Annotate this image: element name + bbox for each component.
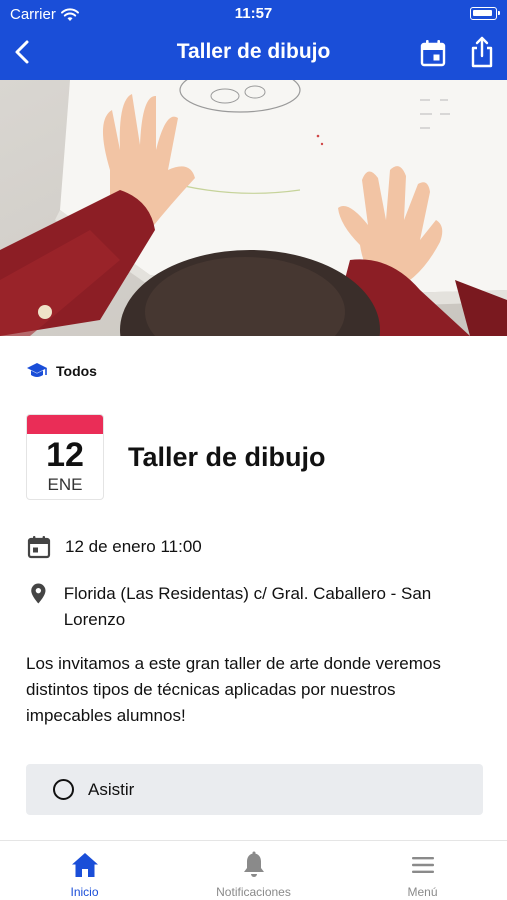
- share-button[interactable]: [469, 36, 495, 68]
- attend-radio[interactable]: [53, 779, 74, 800]
- location-pin-icon: [31, 583, 46, 604]
- tab-notifications[interactable]: Notificaciones: [169, 841, 338, 900]
- event-title: Taller de dibujo: [128, 442, 326, 472]
- date-badge-month: ENE: [47, 475, 83, 494]
- home-icon: [71, 853, 98, 877]
- event-image: [0, 80, 507, 336]
- status-time: 11:57: [234, 5, 273, 22]
- event-location-row: Florida (Las Residentas) c/ Gral. Caball…: [26, 581, 476, 633]
- date-badge-day: 12: [46, 436, 84, 474]
- calendar-icon: [27, 536, 51, 559]
- date-badge-strip: [27, 415, 103, 434]
- tab-menu-label: Menú: [407, 885, 438, 899]
- top-bar: Carrier 11:57 Taller de dibujo: [0, 0, 507, 80]
- tab-notifications-label: Notificaciones: [216, 885, 291, 899]
- graduation-cap-icon: [27, 363, 47, 377]
- event-description: Los invitamos a este gran taller de arte…: [26, 654, 441, 725]
- event-datetime: 12 de enero 11:00: [65, 537, 202, 556]
- tab-bar: Inicio Notificaciones Menú: [0, 840, 507, 900]
- tab-menu[interactable]: Menú: [338, 841, 507, 900]
- audience-tag: Todos: [26, 362, 97, 380]
- attend-label: Asistir: [88, 779, 135, 799]
- event-location: Florida (Las Residentas) c/ Gral. Caball…: [63, 584, 432, 629]
- bell-icon: [243, 851, 264, 877]
- battery-icon: [470, 7, 500, 20]
- menu-icon: [411, 857, 434, 873]
- date-badge: 12 ENE: [26, 414, 104, 500]
- tab-home[interactable]: Inicio: [0, 841, 169, 900]
- event-datetime-row: 12 de enero 11:00: [26, 534, 202, 560]
- add-to-calendar-button[interactable]: [420, 39, 446, 67]
- audience-label: Todos: [56, 363, 97, 379]
- tab-home-label: Inicio: [70, 885, 99, 899]
- status-bar: Carrier 11:57: [0, 0, 507, 28]
- attend-button[interactable]: Asistir: [26, 764, 483, 815]
